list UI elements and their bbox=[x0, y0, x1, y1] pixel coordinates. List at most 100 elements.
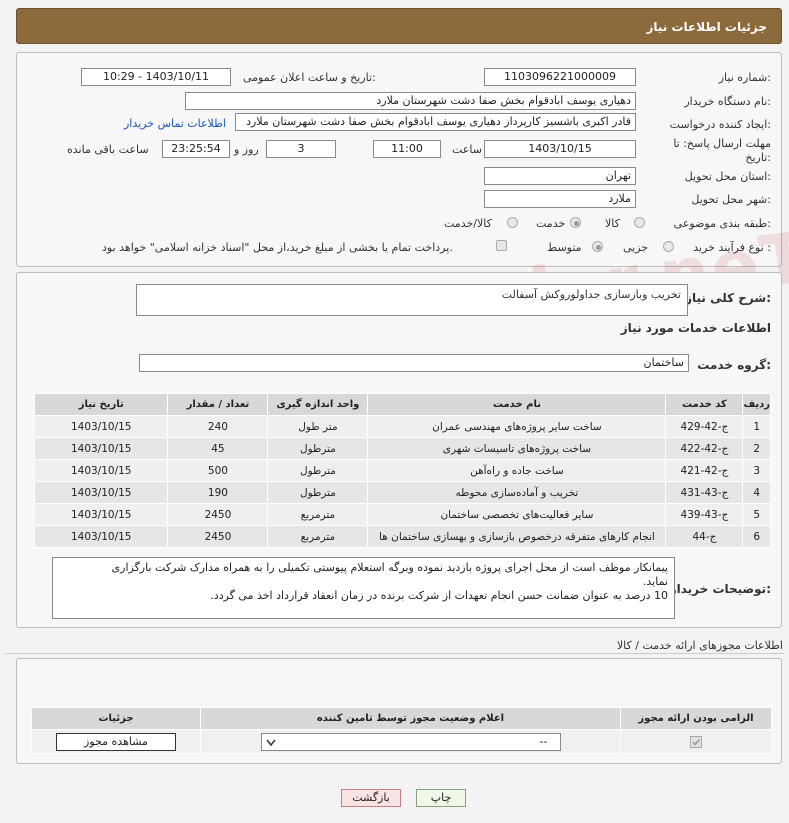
cell-unit: متر طول bbox=[267, 415, 369, 438]
services-table-header: ردیف کد خدمت نام خدمت واحد اندازه گیری ت… bbox=[33, 393, 771, 416]
cell-name: انجام کارهای متفرقه درخصوص بازسازی و بهس… bbox=[367, 525, 667, 548]
licenses-section-title: اطلاعات مجوزهای ارائه خدمت / کالا bbox=[616, 639, 783, 652]
deadline-label: مهلت ارسال پاسخ: تا bbox=[673, 137, 771, 150]
cell-date: 1403/10/15 bbox=[33, 481, 169, 504]
cell-license-status: -- bbox=[200, 729, 621, 754]
checkmark-icon bbox=[692, 738, 701, 746]
buyer-label: نام دستگاه خریدار: bbox=[684, 95, 771, 108]
cell-name: سایر فعالیت‌های تخصصی ساختمان bbox=[367, 503, 667, 526]
cell-qty: 240 bbox=[167, 415, 269, 438]
cell-row: 5 bbox=[742, 503, 771, 526]
announce-label: تاریخ و ساعت اعلان عمومی: bbox=[243, 71, 376, 84]
cell-name: ساخت پروژه‌های تاسیسات شهری bbox=[367, 437, 667, 460]
cell-qty: 190 bbox=[167, 481, 269, 504]
cell-row: 1 bbox=[742, 415, 771, 438]
buyer-field: دهیاری یوسف ابادقوام بخش صفا دشت شهرستان… bbox=[185, 92, 636, 110]
city-label: شهر محل تحویل: bbox=[691, 193, 771, 206]
col-license-details: جزئیات bbox=[31, 707, 201, 730]
cell-qty: 45 bbox=[167, 437, 269, 460]
table-row: 4 ج-43-431 تخریب و آماده‌سازی محوطه مترط… bbox=[33, 481, 771, 504]
buyer-notes-line-2: نماید. bbox=[642, 575, 668, 588]
province-field: تهران bbox=[484, 167, 636, 185]
category-radio-both[interactable] bbox=[507, 217, 518, 228]
cell-row: 2 bbox=[742, 437, 771, 460]
cell-unit: مترطول bbox=[267, 437, 369, 460]
treasury-payment-checkbox[interactable] bbox=[496, 240, 507, 251]
need-description-text: تخریب وبازسازی جداولوروکش آسفالت bbox=[501, 288, 681, 301]
need-number-label: شماره نیاز: bbox=[718, 71, 771, 84]
cell-license-details: مشاهده مجوز bbox=[31, 729, 201, 754]
deadline-time-field: 11:00 bbox=[373, 140, 441, 158]
cell-qty: 2450 bbox=[167, 525, 269, 548]
cell-date: 1403/10/15 bbox=[33, 525, 169, 548]
license-status-value: -- bbox=[539, 734, 548, 748]
cell-row: 4 bbox=[742, 481, 771, 504]
category-option-goods: کالا bbox=[605, 217, 620, 230]
city-field: ملارد bbox=[484, 190, 636, 208]
cell-code: ج-43-439 bbox=[665, 503, 744, 526]
deadline-label-date: تاریخ: bbox=[745, 151, 771, 164]
cell-unit: مترمربع bbox=[267, 503, 369, 526]
category-option-service: خدمت bbox=[536, 217, 566, 230]
cell-qty: 2450 bbox=[167, 503, 269, 526]
treasury-payment-note: پرداخت تمام یا بخشی از مبلغ خرید،از محل … bbox=[102, 241, 453, 254]
license-status-select[interactable]: -- bbox=[260, 732, 561, 751]
col-quantity: تعداد / مقدار bbox=[167, 393, 269, 416]
need-description-box: تخریب وبازسازی جداولوروکش آسفالت bbox=[136, 284, 688, 316]
buyer-notes-line-3: 10 درصد به عنوان ضمانت حسن انجام تعهدات … bbox=[210, 589, 668, 602]
cell-unit: مترمربع bbox=[267, 525, 369, 548]
cell-date: 1403/10/15 bbox=[33, 437, 169, 460]
cell-code: ج-43-431 bbox=[665, 481, 744, 504]
back-button[interactable]: بازگشت bbox=[341, 789, 401, 807]
license-required-checkbox[interactable] bbox=[690, 736, 702, 748]
cell-date: 1403/10/15 bbox=[33, 503, 169, 526]
cell-row: 3 bbox=[742, 459, 771, 482]
service-group-label: گروه خدمت: bbox=[697, 358, 771, 372]
table-row: 3 ج-42-421 ساخت جاده و راه‌آهن مترطول 50… bbox=[33, 459, 771, 482]
need-description-label: شرح کلی نیاز: bbox=[685, 291, 771, 305]
licenses-table-header: الزامی بودن ارائه مجوز اعلام وضعیت مجوز … bbox=[31, 707, 772, 730]
cell-code: ج-44 bbox=[665, 525, 744, 548]
cell-code: ج-42-429 bbox=[665, 415, 744, 438]
need-number-field: 1103096221000009 bbox=[484, 68, 636, 86]
buyer-contact-link[interactable]: اطلاعات تماس خریدار bbox=[124, 117, 226, 130]
category-radio-goods[interactable] bbox=[634, 217, 645, 228]
category-radio-service[interactable] bbox=[570, 217, 581, 228]
col-unit: واحد اندازه گیری bbox=[267, 393, 369, 416]
cell-date: 1403/10/15 bbox=[33, 415, 169, 438]
category-option-both: کالا/خدمت bbox=[444, 217, 492, 230]
buyer-notes-box: پیمانکار موظف است از محل اجرای پروژه باز… bbox=[52, 557, 675, 619]
cell-unit: مترطول bbox=[267, 481, 369, 504]
col-row-number: ردیف bbox=[742, 393, 771, 416]
table-row: 1 ج-42-429 ساخت سایر پروژه‌های مهندسی عم… bbox=[33, 415, 771, 438]
table-row: -- مشاهده مجوز bbox=[31, 729, 772, 754]
cell-name: ساخت جاده و راه‌آهن bbox=[367, 459, 667, 482]
cell-row: 6 bbox=[742, 525, 771, 548]
page-header: جزئیات اطلاعات نیاز bbox=[16, 8, 782, 44]
service-group-field: ساختمان bbox=[139, 354, 689, 372]
print-button[interactable]: چاپ bbox=[416, 789, 466, 807]
remaining-time-field: 23:25:54 bbox=[162, 140, 230, 158]
cell-date: 1403/10/15 bbox=[33, 459, 169, 482]
days-label: روز و bbox=[234, 143, 259, 156]
province-label: استان محل تحویل: bbox=[684, 170, 771, 183]
cell-unit: مترطول bbox=[267, 459, 369, 482]
licenses-divider bbox=[5, 653, 784, 654]
cell-name: ساخت سایر پروژه‌های مهندسی عمران bbox=[367, 415, 667, 438]
table-row: 2 ج-42-422 ساخت پروژه‌های تاسیسات شهری م… bbox=[33, 437, 771, 460]
chevron-down-icon bbox=[265, 739, 276, 746]
licenses-table: الزامی بودن ارائه مجوز اعلام وضعیت مجوز … bbox=[31, 707, 772, 754]
col-license-required: الزامی بودن ارائه مجوز bbox=[620, 707, 772, 730]
col-service-code: کد خدمت bbox=[665, 393, 744, 416]
cell-license-required bbox=[620, 729, 772, 754]
requester-label: ایجاد کننده درخواست: bbox=[669, 118, 771, 131]
deadline-time-label: ساعت bbox=[452, 143, 482, 156]
table-row: 6 ج-44 انجام کارهای متفرقه درخصوص بازساز… bbox=[33, 525, 771, 548]
deadline-date-field: 1403/10/15 bbox=[484, 140, 636, 158]
buyer-notes-line-1: پیمانکار موظف است از محل اجرای پروژه باز… bbox=[111, 561, 668, 574]
view-license-button[interactable]: مشاهده مجوز bbox=[56, 732, 176, 751]
col-service-name: نام خدمت bbox=[367, 393, 667, 416]
table-row: 5 ج-43-439 سایر فعالیت‌های تخصصی ساختمان… bbox=[33, 503, 771, 526]
days-remaining-field: 3 bbox=[266, 140, 336, 158]
announce-field: 1403/10/11 - 10:29 bbox=[81, 68, 231, 86]
